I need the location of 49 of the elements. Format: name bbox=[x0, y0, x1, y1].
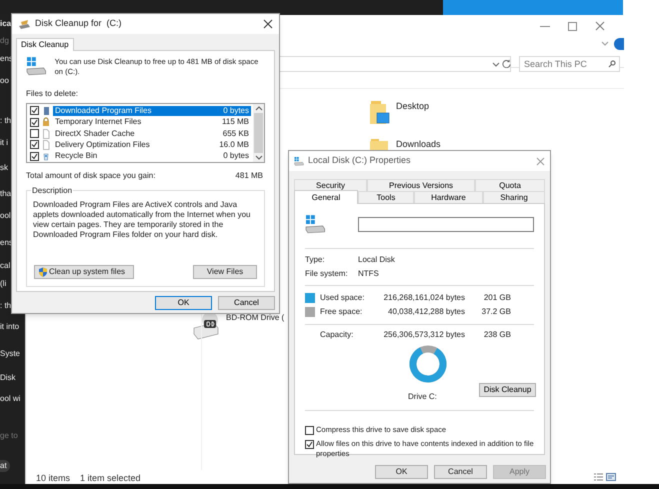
window-title: Disk Cleanup for (C:) bbox=[35, 17, 123, 30]
text-fragment: cal bbox=[0, 260, 10, 272]
section-label: Files to delete: bbox=[26, 88, 80, 100]
text-fragment: it into bbox=[0, 321, 20, 333]
total-label: Total amount of disk space you gain: bbox=[26, 170, 156, 182]
description-text: Downloaded Program Files are ActiveX controls and Java applets downloaded automatically from the Internet when you view certain pages. They are temporarily stored in the Downloaded Program Files folder on your hard disk. bbox=[33, 200, 252, 240]
text-fragment: Syste bbox=[0, 348, 20, 360]
file-name: Recycle Bin bbox=[55, 151, 98, 162]
byte-count: 216,268,161,024 bytes bbox=[382, 292, 465, 304]
text-fragment: ge to bbox=[0, 430, 18, 442]
text-fragment: ica bbox=[0, 18, 12, 30]
file-name: Downloaded Program Files bbox=[55, 106, 152, 116]
byte-count: 40,038,412,288 bytes bbox=[387, 306, 465, 318]
field-label: Used space: bbox=[320, 292, 366, 304]
size-value: 37.2 GB bbox=[480, 306, 511, 318]
byte-count: 256,306,573,312 bytes bbox=[382, 329, 465, 341]
size-value: 238 GB bbox=[482, 329, 511, 341]
status-text: 1 item selected bbox=[80, 472, 141, 485]
text-fragment: ool bbox=[0, 210, 11, 222]
field-value: NTFS bbox=[358, 268, 379, 280]
field-label: Free space: bbox=[320, 306, 364, 318]
size-value: 201 GB bbox=[482, 292, 511, 304]
window-title: Local Disk (C:) Properties bbox=[308, 154, 412, 168]
text-fragment: : th bbox=[0, 300, 12, 312]
text-fragment: oo bbox=[0, 75, 9, 87]
text-fragment: (li bbox=[0, 278, 6, 290]
file-size: 0 bytes bbox=[223, 151, 249, 162]
file-size: 0 bytes bbox=[223, 106, 249, 116]
file-size: 655 KB bbox=[222, 128, 249, 139]
text-fragment: it i bbox=[0, 137, 8, 149]
field-label: Type: bbox=[305, 254, 326, 266]
file-size: 115 MB bbox=[222, 117, 249, 128]
file-name: DirectX Shader Cache bbox=[55, 128, 135, 139]
group-title: Description bbox=[31, 185, 74, 197]
total-value: 481 MB bbox=[235, 170, 263, 182]
text-fragment: Disk bbox=[0, 372, 16, 384]
field-label: Capacity: bbox=[320, 329, 354, 341]
text-fragment: ool wi bbox=[0, 393, 20, 405]
text-fragment: : th bbox=[0, 115, 12, 127]
text-fragment: tha bbox=[0, 188, 12, 200]
drive-label: Drive C: bbox=[408, 391, 437, 403]
file-name: Temporary Internet Files bbox=[55, 117, 142, 128]
text-fragment: dg bbox=[0, 35, 9, 47]
file-name: Delivery Optimization Files bbox=[55, 140, 150, 150]
status-text: 10 items bbox=[36, 472, 70, 485]
field-label: File system: bbox=[305, 268, 349, 280]
field-value: Local Disk bbox=[358, 254, 395, 266]
file-size: 16.0 MB bbox=[219, 140, 249, 150]
text-fragment: sk bbox=[0, 162, 8, 174]
